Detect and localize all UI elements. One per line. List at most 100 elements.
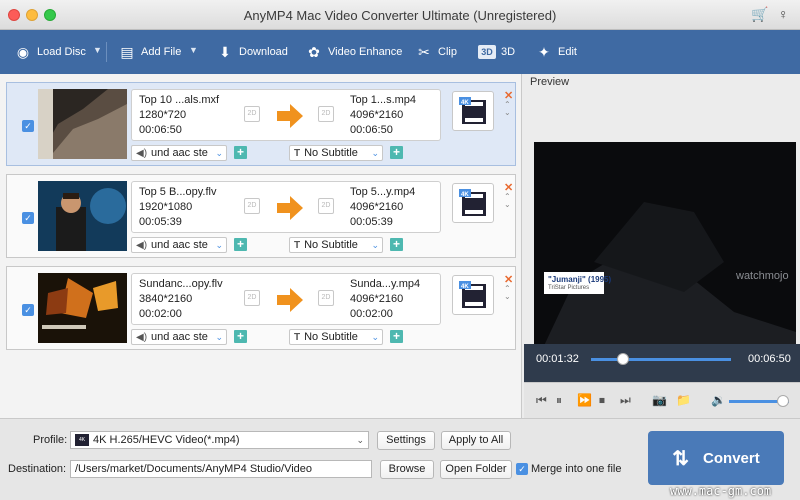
reorder-icon[interactable]: ⌃ ⌄ <box>504 193 511 209</box>
item-checkbox[interactable]: ✓ <box>22 304 34 316</box>
merge-checkbox[interactable]: ✓ <box>516 463 528 475</box>
source-name: Top 10 ...als.mxf <box>139 94 220 106</box>
preview-caption-sub: TriStar Pictures <box>548 285 590 291</box>
source-2d-badge: 2D <box>244 198 260 214</box>
video-enhance-button[interactable]: ✿ Video Enhance <box>305 30 402 74</box>
text-icon: T <box>294 240 301 251</box>
player-controls: ⏮ ⏸ ⏩ ⏹ ⏭ 📷 📁 🔉 <box>524 382 800 418</box>
add-audio-button[interactable]: + <box>234 330 247 343</box>
window-title: AnyMP4 Mac Video Converter Ultimate (Unr… <box>243 8 557 23</box>
settings-button[interactable]: Settings <box>377 431 435 450</box>
load-disc-dropdown-icon[interactable]: ▼ <box>93 45 102 55</box>
output-format-icon[interactable]: 4K <box>452 275 494 315</box>
volume-knob[interactable] <box>777 395 789 407</box>
stop-icon[interactable]: ⏹ <box>599 393 605 408</box>
previous-frame-icon[interactable]: ⏮ <box>536 393 547 408</box>
chevron-down-icon: ⌄ <box>371 240 379 250</box>
video-thumbnail[interactable] <box>38 273 127 343</box>
output-format-icon[interactable]: 4K <box>452 91 494 131</box>
add-file-dropdown-icon[interactable]: ▼ <box>189 45 198 55</box>
browse-button[interactable]: Browse <box>380 460 434 479</box>
add-audio-button[interactable]: + <box>234 146 247 159</box>
edit-button[interactable]: ✦ Edit <box>535 30 577 74</box>
source-duration: 00:06:50 <box>139 124 182 136</box>
seek-knob[interactable] <box>616 353 629 365</box>
list-item[interactable]: ✓ Top 10 ...als.mxf 1280*720 00:06:50 2D… <box>6 82 516 166</box>
disc-icon: ◉ <box>16 43 30 60</box>
source-name: Top 5 B...opy.flv <box>139 186 217 198</box>
list-item[interactable]: ✓ Top 5 B...opy.flv 1920*1080 00:05:39 2… <box>6 174 516 258</box>
video-thumbnail[interactable] <box>38 89 127 159</box>
chevron-down-icon: ⌄ <box>215 240 223 250</box>
pause-icon[interactable]: ⏸ <box>556 393 562 408</box>
chevron-down-icon: ⌄ <box>215 332 223 342</box>
playback-bar: 00:01:32 00:06:50 ⏮ ⏸ ⏩ ⏹ ⏭ 📷 📁 🔉 <box>524 344 800 418</box>
audio-track-select[interactable]: ◀) und aac ste ⌄ <box>131 237 227 253</box>
output-2d-badge: 2D <box>318 106 334 122</box>
output-format-icon[interactable]: 4K <box>452 183 494 223</box>
clip-button[interactable]: ✂ Clip <box>415 30 457 74</box>
merge-label: Merge into one file <box>531 463 622 475</box>
item-checkbox[interactable]: ✓ <box>22 120 34 132</box>
output-name: Top 5...y.mp4 <box>350 186 416 198</box>
subtitle-select[interactable]: T No Subtitle ⌄ <box>289 329 383 345</box>
text-icon: T <box>294 148 301 159</box>
snapshot-icon[interactable]: 📷 <box>652 393 667 407</box>
list-item[interactable]: ✓ Sundanc...opy.flv 3840*2160 00:02:00 2… <box>6 266 516 350</box>
output-duration: 00:02:00 <box>350 308 393 320</box>
toolbar: ◉ Load Disc ▼ ▤ Add File ▼ ⬇ Download ✿ Vide… <box>0 30 800 74</box>
current-time: 00:01:32 <box>536 353 579 365</box>
subtitle-select[interactable]: T No Subtitle ⌄ <box>289 145 383 161</box>
download-button[interactable]: ⬇ Download <box>216 30 288 74</box>
output-name: Top 1...s.mp4 <box>350 94 417 106</box>
three-d-button[interactable]: 3D 3D <box>478 30 515 74</box>
output-resolution: 4096*2160 <box>350 201 404 213</box>
add-file-button[interactable]: ▤ Add File <box>118 30 181 74</box>
add-subtitle-button[interactable]: + <box>390 330 403 343</box>
preview-watermark: watchmojo <box>736 270 789 282</box>
cart-icon[interactable]: 🛒 <box>751 6 768 23</box>
output-duration: 00:06:50 <box>350 124 393 136</box>
volume-icon[interactable]: 🔉 <box>711 393 726 407</box>
video-thumbnail[interactable] <box>38 181 127 251</box>
audio-track-select[interactable]: ◀) und aac ste ⌄ <box>131 329 227 345</box>
preview-caption: "Jumanji" (1995) <box>548 275 612 284</box>
three-d-icon: 3D <box>478 45 496 59</box>
profile-format-icon: 4K <box>75 434 89 446</box>
add-subtitle-button[interactable]: + <box>390 238 403 251</box>
conversion-card: Top 5 B...opy.flv 1920*1080 00:05:39 2D … <box>131 181 441 233</box>
profile-label: Profile: <box>33 434 68 446</box>
preview-video[interactable]: "Jumanji" (1995) TriStar Pictures watchm… <box>534 142 796 367</box>
convert-button[interactable]: ⇅ Convert <box>648 431 784 485</box>
output-2d-badge: 2D <box>318 198 334 214</box>
convert-arrow-icon <box>277 196 303 220</box>
subtitle-select[interactable]: T No Subtitle ⌄ <box>289 237 383 253</box>
reorder-icon[interactable]: ⌃ ⌄ <box>504 101 511 117</box>
help-icon[interactable]: ♀ <box>778 6 789 22</box>
load-disc-button[interactable]: ◉ Load Disc <box>14 30 86 74</box>
next-frame-icon[interactable]: ⏭ <box>620 393 631 408</box>
seek-slider[interactable] <box>591 358 731 361</box>
open-folder-button[interactable]: Open Folder <box>440 460 512 479</box>
svg-text:4K: 4K <box>461 284 469 290</box>
folder-icon[interactable]: 📁 <box>676 393 691 407</box>
speaker-icon: ◀) <box>136 240 148 251</box>
item-checkbox[interactable]: ✓ <box>22 212 34 224</box>
fast-forward-icon[interactable]: ⏩ <box>577 393 592 407</box>
source-duration: 00:02:00 <box>139 308 182 320</box>
output-name: Sunda...y.mp4 <box>350 278 421 290</box>
add-subtitle-button[interactable]: + <box>390 146 403 159</box>
destination-field[interactable]: /Users/market/Documents/AnyMP4 Studio/Vi… <box>70 460 372 478</box>
output-resolution: 4096*2160 <box>350 109 404 121</box>
profile-select[interactable]: 4K 4K H.265/HEVC Video(*.mp4) ⌄ <box>70 431 369 449</box>
reorder-icon[interactable]: ⌃ ⌄ <box>504 285 511 301</box>
source-2d-badge: 2D <box>244 290 260 306</box>
output-resolution: 4096*2160 <box>350 293 404 305</box>
conversion-card: Sundanc...opy.flv 3840*2160 00:02:00 2D … <box>131 273 441 325</box>
chevron-down-icon: ⌄ <box>371 148 379 158</box>
add-audio-button[interactable]: + <box>234 238 247 251</box>
convert-icon: ⇅ <box>672 447 690 470</box>
audio-track-select[interactable]: ◀) und aac ste ⌄ <box>131 145 227 161</box>
speaker-icon: ◀) <box>136 332 148 343</box>
apply-to-all-button[interactable]: Apply to All <box>441 431 511 450</box>
